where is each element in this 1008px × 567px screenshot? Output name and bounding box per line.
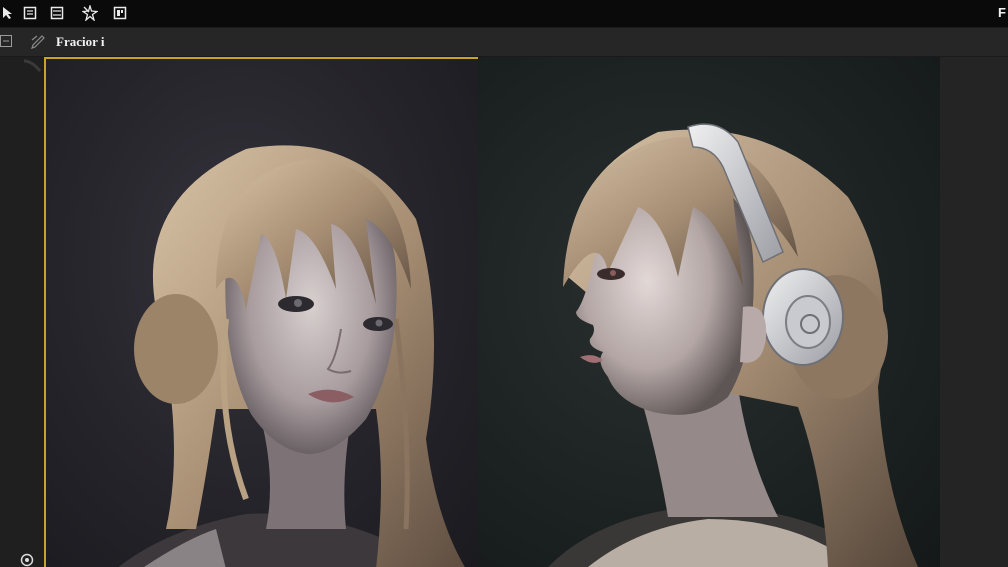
pointer-icon[interactable] [0, 5, 16, 21]
corner-handle-icon[interactable] [20, 57, 44, 81]
left-tool-strip [0, 57, 44, 567]
right-panel-strip [940, 57, 1008, 567]
portrait-front-panel[interactable] [44, 57, 478, 567]
portrait-profile-image [548, 123, 918, 567]
pen-icon[interactable] [30, 34, 46, 50]
document-title: Fracior i [56, 34, 105, 49]
star-tool-icon[interactable] [82, 5, 98, 21]
image-canvas[interactable] [44, 57, 940, 567]
menu-bar: F [0, 0, 1008, 28]
panel-icon[interactable] [22, 5, 38, 21]
image-box-icon[interactable] [112, 5, 128, 21]
frame-icon[interactable] [0, 35, 12, 47]
menu-right-label[interactable]: F [998, 5, 1006, 20]
status-circle-icon[interactable] [20, 553, 34, 567]
toolbar: Fracior i [0, 28, 1008, 57]
portrait-profile-panel[interactable] [478, 57, 940, 567]
portrait-front-image [118, 145, 465, 567]
menu-icon[interactable] [49, 5, 65, 21]
